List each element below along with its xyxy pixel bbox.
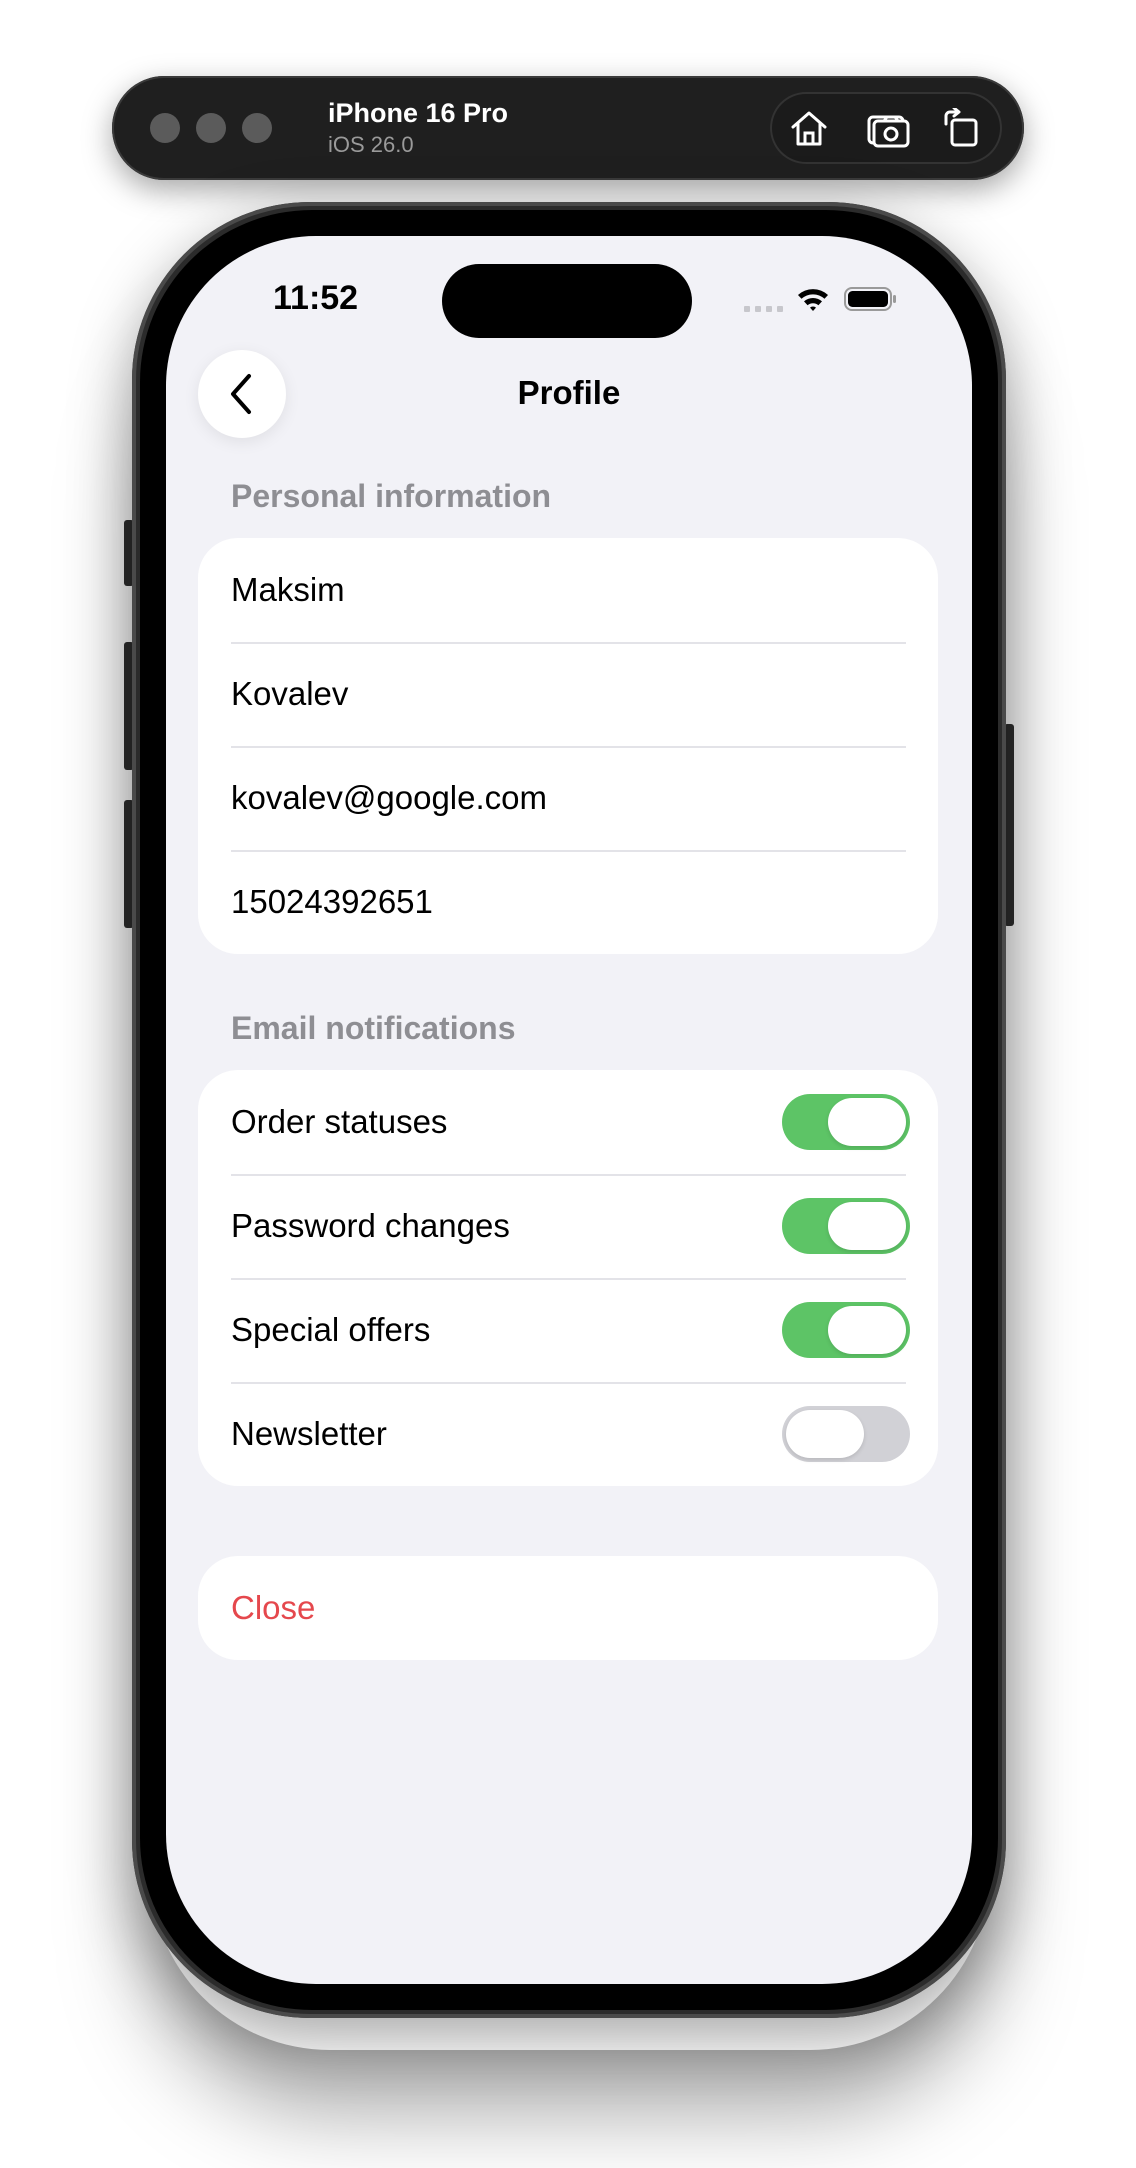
last-name-value: Kovalev: [231, 675, 349, 712]
email-notifications-header: Email notifications: [231, 1010, 516, 1046]
device-name: iPhone 16 Pro: [328, 98, 509, 128]
window-close-dot[interactable]: [150, 113, 180, 143]
notification-label: Special offers: [231, 1311, 431, 1348]
notification-row-newsletter: Newsletter: [198, 1382, 938, 1486]
first-name-field[interactable]: Maksim: [198, 538, 938, 642]
wifi-icon: [798, 289, 828, 311]
home-icon[interactable]: [788, 108, 830, 148]
cellular-signal-icon: [744, 306, 783, 312]
simulator-toolbar: [770, 92, 1002, 164]
last-name-field[interactable]: Kovalev: [198, 642, 938, 746]
notification-row-special-offers: Special offers: [198, 1278, 938, 1382]
toggle-knob: [786, 1410, 864, 1458]
notification-row-password-changes: Password changes: [198, 1174, 938, 1278]
close-button[interactable]: Close: [198, 1556, 938, 1660]
email-field[interactable]: kovalev@google.com: [198, 746, 938, 850]
dynamic-island: [442, 264, 692, 338]
close-label: Close: [231, 1589, 316, 1626]
email-value: kovalev@google.com: [231, 779, 547, 816]
window-minimize-dot[interactable]: [196, 113, 226, 143]
toggle-knob: [828, 1202, 906, 1250]
rotate-icon[interactable]: [940, 106, 982, 148]
page-title: Profile: [517, 374, 621, 411]
email-notifications-card: Order statuses Password changes Special …: [198, 1070, 938, 1486]
battery-icon: [844, 287, 896, 311]
phone-screen: 11:52 Profile Personal information Maksi…: [166, 236, 972, 1984]
phone-field[interactable]: 15024392651: [198, 850, 938, 954]
status-time: 11:52: [273, 279, 359, 317]
notification-label: Newsletter: [231, 1415, 387, 1452]
notification-label: Order statuses: [231, 1103, 448, 1140]
close-card: Close: [198, 1556, 938, 1660]
first-name-value: Maksim: [231, 571, 345, 608]
order-statuses-toggle[interactable]: [782, 1094, 910, 1150]
personal-info-header: Personal information: [231, 478, 552, 514]
toggle-knob: [828, 1306, 906, 1354]
phone-value: 15024392651: [231, 883, 433, 920]
window-zoom-dot[interactable]: [242, 113, 272, 143]
os-version: iOS 26.0: [328, 132, 414, 157]
toggle-knob: [828, 1098, 906, 1146]
newsletter-toggle[interactable]: [782, 1406, 910, 1462]
special-offers-toggle[interactable]: [782, 1302, 910, 1358]
notification-row-order-statuses: Order statuses: [198, 1070, 938, 1174]
password-changes-toggle[interactable]: [782, 1198, 910, 1254]
screenshot-icon[interactable]: [866, 108, 910, 148]
notification-label: Password changes: [231, 1207, 510, 1244]
personal-info-card: Maksim Kovalev kovalev@google.com 150243…: [198, 538, 938, 954]
simulator-title-bar: iPhone 16 Pro iOS 26.0: [112, 76, 1024, 180]
